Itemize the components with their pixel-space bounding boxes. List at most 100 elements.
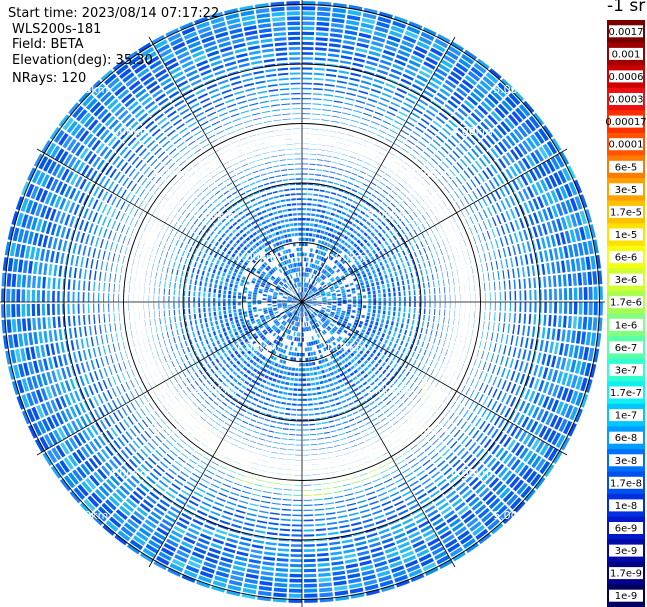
ray-gate-cell	[431, 471, 440, 479]
ray-gate-cell	[371, 165, 378, 169]
ray-gate-cell	[316, 159, 324, 161]
ray-gate-cell	[272, 497, 282, 500]
ray-gate-cell	[387, 330, 392, 335]
ray-gate-cell	[342, 195, 348, 200]
ray-gate-cell	[264, 445, 272, 448]
ray-gate-cell	[421, 255, 424, 262]
ray-gate-cell	[292, 509, 302, 512]
ray-gate-cell	[158, 446, 167, 454]
ray-gate-cell	[360, 235, 365, 241]
ray-gate-cell	[438, 339, 441, 346]
ray-gate-cell	[179, 402, 185, 408]
ray-gate-cell	[400, 106, 411, 113]
ray-gate-cell	[242, 527, 254, 532]
ray-gate-cell	[460, 364, 464, 372]
ray-gate-cell	[359, 27, 373, 34]
ray-gate-cell	[435, 250, 439, 257]
ray-gate-cell	[543, 250, 549, 262]
ray-gate-cell	[292, 398, 297, 401]
ray-gate-cell	[437, 150, 446, 158]
ray-gate-cell	[500, 200, 507, 210]
ray-gate-cell	[232, 328, 237, 333]
ray-gate-cell	[523, 313, 527, 324]
ray-gate-cell	[169, 389, 175, 395]
ray-gate-cell	[228, 329, 233, 335]
ray-gate-cell	[353, 243, 358, 248]
ray-gate-cell	[414, 302, 416, 308]
ray-gate-cell	[174, 395, 180, 402]
ray-gate-cell	[245, 481, 254, 485]
ray-gate-cell	[514, 219, 520, 231]
ray-gate-cell	[536, 238, 542, 250]
ray-gate-cell	[383, 328, 387, 334]
ray-gate-cell	[202, 346, 207, 352]
ray-gate-cell	[367, 327, 372, 332]
ray-gate-cell	[505, 258, 509, 268]
ray-gate-cell	[347, 198, 353, 202]
ray-gate-cell	[378, 271, 382, 277]
ray-gate-cell	[295, 342, 298, 347]
ray-gate-cell	[454, 243, 457, 251]
ray-gate-cell	[374, 421, 381, 426]
ray-gate-cell	[397, 264, 401, 270]
ray-gate-cell	[543, 276, 547, 288]
ray-gate-cell	[302, 77, 313, 80]
ray-gate-cell	[229, 448, 236, 452]
ray-gate-cell	[322, 482, 331, 485]
ray-gate-cell	[353, 184, 360, 188]
ray-gate-cell	[361, 314, 365, 319]
ray-gate-cell	[405, 410, 411, 416]
ray-gate-cell	[357, 359, 362, 365]
ray-gate-cell	[329, 33, 343, 38]
ray-gate-cell	[333, 575, 346, 581]
ray-gate-cell	[523, 278, 526, 289]
ray-gate-cell	[363, 225, 368, 230]
ray-gate-cell	[200, 416, 206, 422]
ray-gate-cell	[252, 457, 260, 460]
ray-gate-cell	[384, 324, 388, 329]
ray-gate-cell	[374, 377, 379, 383]
ray-gate-cell	[319, 453, 326, 455]
ray-gate-cell	[447, 217, 452, 225]
ray-gate-cell	[537, 210, 544, 223]
ray-gate-cell	[196, 487, 206, 493]
ray-gate-cell	[165, 472, 175, 480]
ray-gate-cell	[347, 355, 352, 360]
ray-gate-cell	[243, 485, 253, 490]
ray-gate-cell	[302, 72, 313, 75]
ray-gate-cell	[446, 358, 450, 366]
ray-gate-cell	[407, 401, 413, 407]
ray-gate-cell	[495, 260, 499, 270]
ray-gate-cell	[526, 241, 532, 252]
ray-gate-cell	[373, 356, 378, 361]
ray-gate-cell	[362, 325, 367, 330]
ray-gate-cell	[350, 423, 357, 427]
ray-gate-cell	[218, 492, 228, 498]
ray-gate-cell	[448, 183, 454, 191]
ray-gate-cell	[102, 379, 108, 390]
ray-gate-cell	[430, 329, 433, 336]
ray-gate-cell	[469, 205, 474, 214]
ray-gate-cell	[320, 411, 326, 415]
ray-gate-cell	[403, 161, 411, 167]
ray-gate-cell	[389, 273, 393, 278]
ray-gate-cell	[317, 239, 322, 244]
ray-gate-cell	[435, 381, 440, 388]
ray-gate-cell	[343, 35, 357, 41]
ray-gate-cell	[316, 209, 321, 213]
ray-gate-cell	[222, 327, 226, 333]
ray-gate-cell	[412, 313, 416, 319]
ray-gate-cell	[327, 303, 332, 305]
ray-gate-cell	[469, 338, 472, 346]
ray-gate-cell	[515, 372, 521, 383]
ray-gate-cell	[272, 446, 279, 449]
ray-gate-cell	[433, 234, 438, 241]
ray-gate-cell	[421, 441, 429, 448]
ray-gate-cell	[371, 40, 384, 48]
ray-gate-cell	[214, 335, 219, 341]
ray-gate-cell	[400, 340, 404, 346]
ray-gate-cell	[389, 230, 394, 236]
ray-gate-cell	[404, 342, 409, 348]
ray-gate-cell	[330, 551, 342, 556]
ray-gate-cell	[372, 434, 379, 439]
